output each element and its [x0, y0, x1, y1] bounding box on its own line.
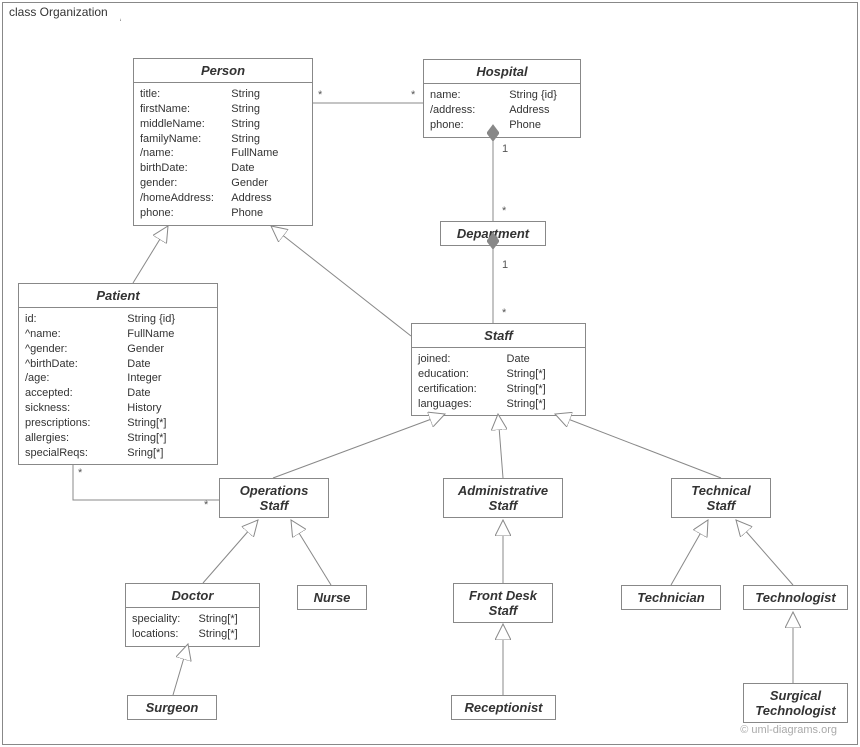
class-patient-title: Patient: [19, 284, 217, 308]
class-doctor-title: Doctor: [126, 584, 259, 608]
mult-hospital-dept-top: 1: [502, 143, 508, 155]
class-technical-staff: TechnicalStaff: [671, 478, 771, 518]
class-staff-attrs: joined:Date education:String[*] certific…: [412, 348, 585, 415]
class-hospital: Hospital name:String {id} /address:Addre…: [423, 59, 581, 138]
mult-dept-staff-bot: *: [502, 307, 506, 319]
class-person-title: Person: [134, 59, 312, 83]
class-department: Department: [440, 221, 546, 246]
class-person: Person title:String firstName:String mid…: [133, 58, 313, 226]
class-hospital-title: Hospital: [424, 60, 580, 84]
mult-patient-ops-right: *: [204, 499, 208, 511]
class-receptionist-title: Receptionist: [452, 696, 555, 719]
class-nurse: Nurse: [297, 585, 367, 610]
mult-hospital-dept-bot: *: [502, 205, 506, 217]
class-staff: Staff joined:Date education:String[*] ce…: [411, 323, 586, 416]
class-surgical-technologist-title: SurgicalTechnologist: [744, 684, 847, 722]
class-administrative-staff: AdministrativeStaff: [443, 478, 563, 518]
class-surgeon: Surgeon: [127, 695, 217, 720]
class-front-desk-staff-title: Front DeskStaff: [454, 584, 552, 622]
class-technologist: Technologist: [743, 585, 848, 610]
class-technician: Technician: [621, 585, 721, 610]
class-surgical-technologist: SurgicalTechnologist: [743, 683, 848, 723]
class-technologist-title: Technologist: [744, 586, 847, 609]
frame-organization: class Organization Person title:String f…: [2, 2, 858, 745]
class-person-attrs: title:String firstName:String middleName…: [134, 83, 312, 225]
watermark: © uml-diagrams.org: [740, 724, 837, 736]
class-operations-staff-title: OperationsStaff: [220, 479, 328, 517]
class-receptionist: Receptionist: [451, 695, 556, 720]
frame-label: class Organization: [2, 2, 121, 21]
class-hospital-attrs: name:String {id} /address:Address phone:…: [424, 84, 580, 137]
class-department-title: Department: [441, 222, 545, 245]
class-nurse-title: Nurse: [298, 586, 366, 609]
mult-person-hospital-left: *: [318, 89, 322, 101]
mult-person-hospital-right: *: [411, 89, 415, 101]
class-administrative-staff-title: AdministrativeStaff: [444, 479, 562, 517]
class-patient-attrs: id:String {id} ^name:FullName ^gender:Ge…: [19, 308, 217, 464]
class-staff-title: Staff: [412, 324, 585, 348]
class-doctor-attrs: speciality:String[*] locations:String[*]: [126, 608, 259, 646]
class-technical-staff-title: TechnicalStaff: [672, 479, 770, 517]
class-operations-staff: OperationsStaff: [219, 478, 329, 518]
mult-dept-staff-top: 1: [502, 259, 508, 271]
class-front-desk-staff: Front DeskStaff: [453, 583, 553, 623]
class-patient: Patient id:String {id} ^name:FullName ^g…: [18, 283, 218, 465]
class-surgeon-title: Surgeon: [128, 696, 216, 719]
class-technician-title: Technician: [622, 586, 720, 609]
class-doctor: Doctor speciality:String[*] locations:St…: [125, 583, 260, 647]
mult-patient-ops-left: *: [78, 467, 82, 479]
